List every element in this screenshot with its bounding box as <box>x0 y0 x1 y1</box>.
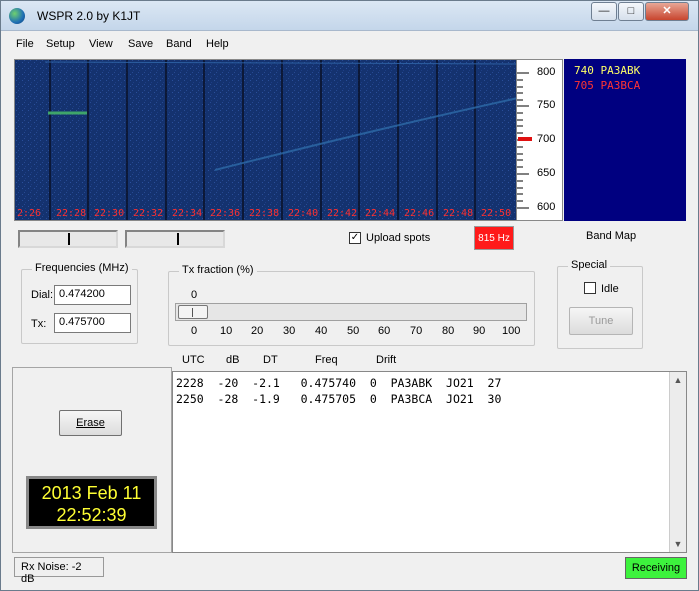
waterfall-time-label: 22:32 <box>133 208 164 219</box>
tx-fraction-value: 0 <box>191 289 198 301</box>
band-map-entry: 705 PA3BCA <box>574 79 641 92</box>
slider-thumb[interactable] <box>178 305 208 319</box>
menu-file[interactable]: File <box>16 38 34 50</box>
menu-setup[interactable]: Setup <box>46 38 75 50</box>
rx-noise-status: Rx Noise: -2 dB <box>14 557 104 585</box>
scale-label: 600 <box>537 201 556 213</box>
tx-fraction-tick: 70 <box>410 325 423 337</box>
tx-fraction-tick: 20 <box>251 325 264 337</box>
app-window: WSPR 2.0 by K1JT — □ ✕ File Setup View S… <box>0 0 699 591</box>
tx-fraction-tick: 100 <box>502 325 521 337</box>
idle-label: Idle <box>601 283 619 295</box>
column-utc: UTC <box>182 354 205 366</box>
audio-frequency-badge: 815 Hz <box>474 226 514 250</box>
special-title: Special <box>568 259 611 271</box>
waterfall-time-label: 22:36 <box>210 208 241 219</box>
band-map-entry: 740 PA3ABK <box>574 64 641 77</box>
waterfall-time-label: 22:44 <box>365 208 396 219</box>
clock-date: 2013 Feb 11 <box>41 483 142 503</box>
waterfall-time-label: 22:42 <box>327 208 358 219</box>
tx-fraction-tick: 40 <box>315 325 328 337</box>
decoded-messages-area[interactable]: 2228 -20 -2.1 0.475740 0 PA3ABK JO21 27 … <box>172 371 687 553</box>
scale-label: 650 <box>537 167 556 179</box>
slider-thumb[interactable] <box>68 233 70 245</box>
upload-spots-label: Upload spots <box>366 232 431 244</box>
menu-help[interactable]: Help <box>206 38 229 50</box>
vertical-scrollbar[interactable]: ▲ ▼ <box>669 372 686 552</box>
waterfall-time-label: 22:38 <box>249 208 280 219</box>
column-dt: DT <box>263 354 278 366</box>
waterfall-time-label: 22:34 <box>172 208 203 219</box>
scroll-down-icon[interactable]: ▼ <box>670 536 686 552</box>
tx-label: Tx: <box>31 318 47 330</box>
receiving-status: Receiving <box>625 557 687 579</box>
decode-row: 2250 -28 -1.9 0.475705 0 PA3BCA JO21 30 <box>176 392 502 406</box>
frequencies-title: Frequencies (MHz) <box>32 262 132 274</box>
dial-label: Dial: <box>31 289 54 301</box>
scale-label: 750 <box>537 99 556 111</box>
window-title: WSPR 2.0 by K1JT <box>37 9 141 23</box>
decode-row: 2228 -20 -2.1 0.475740 0 PA3ABK JO21 27 <box>176 376 502 390</box>
waterfall-time-label: 22:50 <box>481 208 512 219</box>
clock-time: 22:52:39 <box>56 505 127 525</box>
globe-icon <box>9 8 25 24</box>
close-button[interactable]: ✕ <box>645 2 689 21</box>
tx-fraction-tick: 80 <box>442 325 455 337</box>
waterfall-graphic <box>15 60 516 220</box>
tx-fraction-tick: 30 <box>283 325 296 337</box>
minimize-button[interactable]: — <box>591 2 617 21</box>
slider-thumb[interactable] <box>177 233 179 245</box>
maximize-button[interactable]: □ <box>618 2 644 21</box>
utc-clock: 2013 Feb 11 22:52:39 <box>26 476 157 529</box>
tx-fraction-title: Tx fraction (%) <box>179 264 257 276</box>
scale-label: 800 <box>537 66 556 78</box>
contrast-slider[interactable] <box>125 230 225 248</box>
waterfall-display[interactable]: 2:26 22:28 22:30 22:32 22:34 22:36 22:38 22:40 2… <box>14 59 517 221</box>
tx-marker <box>518 137 532 141</box>
menu-save[interactable]: Save <box>128 38 153 50</box>
tx-fraction-slider[interactable] <box>175 303 527 321</box>
column-freq: Freq <box>315 354 338 366</box>
column-drift: Drift <box>376 354 397 366</box>
band-map: 740 PA3ABK 705 PA3BCA <box>564 59 686 221</box>
frequency-scale: 800 750 700 650 600 <box>517 59 563 221</box>
waterfall-time-label: 2:26 <box>17 208 42 219</box>
tx-frequency-input[interactable]: 0.475700 <box>54 313 131 333</box>
waterfall-time-label: 22:28 <box>56 208 87 219</box>
waterfall-time-label: 22:48 <box>443 208 474 219</box>
dial-frequency-input[interactable]: 0.474200 <box>54 285 131 305</box>
column-db: dB <box>226 354 240 366</box>
erase-button[interactable]: Erase <box>59 410 122 436</box>
tx-fraction-tick: 50 <box>347 325 360 337</box>
menu-bar: File Setup View Save Band Help <box>1 34 698 54</box>
idle-checkbox[interactable] <box>584 282 596 294</box>
tx-fraction-tick: 10 <box>220 325 233 337</box>
scale-label: 700 <box>537 133 556 145</box>
brightness-slider[interactable] <box>18 230 118 248</box>
tune-button[interactable]: Tune <box>569 307 633 335</box>
waterfall-time-label: 22:40 <box>288 208 319 219</box>
title-bar: WSPR 2.0 by K1JT — □ ✕ <box>1 1 698 31</box>
menu-view[interactable]: View <box>89 38 113 50</box>
waterfall-time-label: 22:46 <box>404 208 435 219</box>
tx-fraction-tick: 0 <box>191 325 198 337</box>
scroll-up-icon[interactable]: ▲ <box>670 372 686 388</box>
menu-band[interactable]: Band <box>166 38 192 50</box>
band-map-label: Band Map <box>586 230 637 242</box>
tx-fraction-tick: 60 <box>378 325 391 337</box>
upload-spots-checkbox[interactable]: ✓ <box>349 232 361 244</box>
status-bar: Rx Noise: -2 dB Receiving <box>1 555 698 591</box>
tx-fraction-tick: 90 <box>473 325 486 337</box>
waterfall-time-label: 22:30 <box>94 208 125 219</box>
